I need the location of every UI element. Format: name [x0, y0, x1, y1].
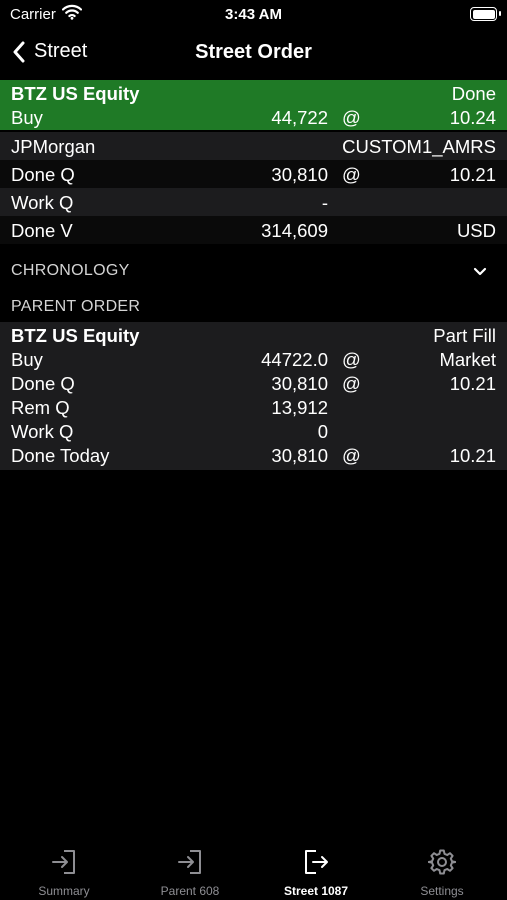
order-at-symbol: @ — [342, 107, 361, 128]
parent-work-qty-label: Work Q — [11, 421, 74, 442]
arrow-in-icon — [127, 848, 253, 876]
done-value-label: Done V — [11, 220, 73, 241]
gear-icon — [379, 848, 505, 876]
parent-order-type: Market — [439, 349, 496, 370]
tab-parent[interactable]: Parent 608 — [127, 838, 253, 900]
order-row-broker: JPMorgan CUSTOM1_AMRS — [0, 132, 507, 160]
arrow-in-icon — [1, 848, 127, 876]
broker-account: CUSTOM1_AMRS — [342, 136, 496, 157]
work-qty-label: Work Q — [11, 192, 74, 213]
parent-symbol: BTZ US Equity — [11, 325, 140, 346]
parent-order-heading: PARENT ORDER — [11, 298, 141, 315]
order-status: Done — [451, 83, 496, 104]
parent-done-today-price: 10.21 — [449, 445, 496, 466]
done-qty-label: Done Q — [11, 164, 75, 185]
tab-summary-label: Summary — [38, 884, 90, 898]
parent-done-qty-value: 30,810 — [271, 373, 328, 394]
tab-summary[interactable]: Summary — [1, 838, 127, 900]
tab-street-label: Street 1087 — [283, 884, 349, 898]
order-row-done-value: Done V 314,609 USD — [0, 216, 507, 244]
chronology-section-toggle[interactable]: CHRONOLOGY — [11, 262, 130, 280]
parent-work-qty-value: 0 — [317, 421, 328, 442]
tab-settings[interactable]: Settings — [379, 838, 505, 900]
order-quantity: 44,722 — [271, 107, 328, 128]
tab-parent-label: Parent 608 — [160, 884, 220, 898]
parent-side-at-symbol: @ — [342, 349, 361, 370]
parent-done-qty-label: Done Q — [11, 373, 75, 394]
parent-done-today-label: Done Today — [11, 445, 110, 466]
done-qty-price: 10.21 — [449, 164, 496, 185]
parent-rem-qty-value: 13,912 — [271, 397, 328, 418]
tab-bar: Summary Parent 608 Street 1087 Settings — [0, 838, 507, 900]
parent-status: Part Fill — [433, 325, 496, 346]
done-qty-value: 30,810 — [271, 164, 328, 185]
broker-label: JPMorgan — [11, 136, 96, 157]
chevron-down-icon[interactable] — [473, 264, 487, 282]
parent-side-quantity: 44722.0 — [261, 349, 328, 370]
parent-order-card[interactable]: BTZ US Equity Part Fill Buy 44722.0 @ Ma… — [0, 322, 507, 470]
tab-street[interactable]: Street 1087 — [253, 838, 379, 900]
status-bar: Carrier 3:43 AM — [0, 0, 507, 30]
parent-done-today-at-symbol: @ — [342, 445, 361, 466]
page-title: Street Order — [195, 41, 312, 63]
order-price: 10.24 — [449, 107, 496, 128]
parent-done-qty-price: 10.21 — [449, 373, 496, 394]
work-qty-value: - — [321, 192, 328, 213]
done-value-amount: 314,609 — [261, 220, 328, 241]
done-qty-at-symbol: @ — [342, 164, 361, 185]
order-header: BTZ US Equity Done Buy 44,722 @ 10.24 — [0, 80, 507, 130]
navigation-bar: Street Street Order — [0, 30, 507, 76]
arrow-out-icon — [253, 848, 379, 876]
parent-rem-qty-label: Rem Q — [11, 397, 70, 418]
parent-done-qty-at-symbol: @ — [342, 373, 361, 394]
status-time: 3:43 AM — [225, 6, 282, 23]
tab-settings-label: Settings — [420, 884, 464, 898]
done-value-currency: USD — [456, 220, 496, 241]
parent-side-label: Buy — [11, 349, 43, 370]
order-row-work-qty: Work Q - — [0, 188, 507, 216]
parent-done-today-value: 30,810 — [271, 445, 328, 466]
order-symbol: BTZ US Equity — [11, 83, 140, 104]
order-side: Buy — [11, 107, 43, 128]
battery-icon — [470, 7, 501, 21]
order-row-done-qty: Done Q 30,810 @ 10.21 — [0, 160, 507, 188]
